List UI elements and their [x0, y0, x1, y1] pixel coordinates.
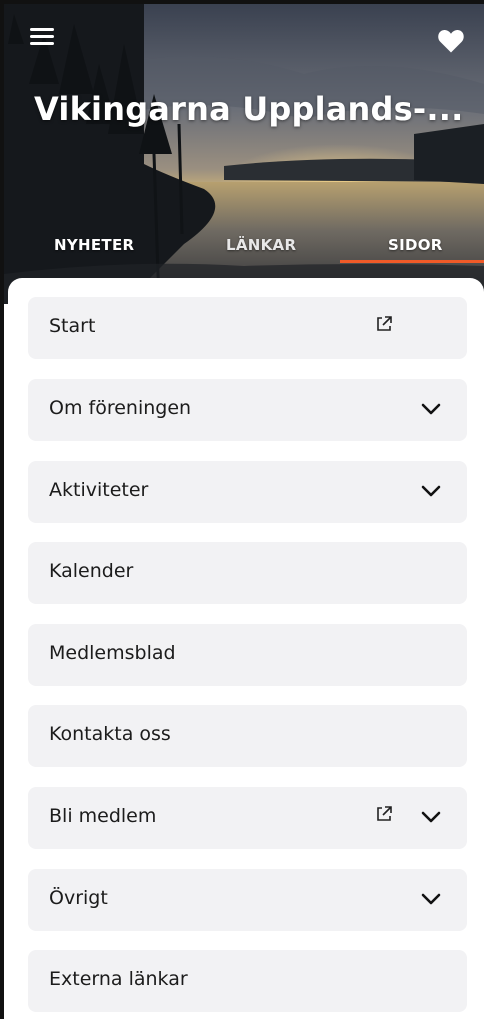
page-title: Vikingarna Upplands-... — [34, 90, 464, 128]
chevron-down-icon[interactable] — [420, 809, 442, 825]
tab-nyheter[interactable]: NYHETER — [54, 236, 134, 254]
page-item-ovrigt[interactable]: Övrigt — [28, 869, 467, 931]
tab-lankar[interactable]: LÄNKAR — [226, 236, 296, 254]
active-tab-indicator — [340, 260, 484, 263]
page-item-label: Om föreningen — [49, 397, 192, 419]
page-item-label: Övrigt — [49, 887, 108, 909]
page-item-kontakta-oss[interactable]: Kontakta oss — [28, 705, 467, 767]
tab-bar: NYHETER LÄNKAR SIDOR — [4, 228, 484, 272]
external-link-icon — [377, 806, 392, 821]
heart-icon[interactable] — [436, 26, 466, 54]
hamburger-menu-icon[interactable] — [30, 28, 56, 50]
page-item-aktiviteter[interactable]: Aktiviteter — [28, 461, 467, 523]
page-item-label: Kontakta oss — [49, 723, 171, 745]
pages-list: Start Om föreningen Aktiviteter Kalender… — [8, 278, 484, 1019]
header-hero: Vikingarna Upplands-... NYHETER LÄNKAR S… — [4, 4, 484, 304]
page-item-label: Externa länkar — [49, 968, 188, 990]
chevron-down-icon[interactable] — [420, 891, 442, 907]
page-item-externa-lankar[interactable]: Externa länkar — [28, 950, 467, 1012]
page-item-label: Medlemsblad — [49, 642, 176, 664]
page-item-label: Start — [49, 315, 96, 337]
page-item-label: Bli medlem — [49, 805, 157, 827]
page-item-label: Aktiviteter — [49, 479, 149, 501]
page-item-kalender[interactable]: Kalender — [28, 542, 467, 604]
tab-sidor[interactable]: SIDOR — [388, 236, 443, 254]
page-item-medlemsblad[interactable]: Medlemsblad — [28, 624, 467, 686]
page-item-om-foreningen[interactable]: Om föreningen — [28, 379, 467, 441]
app-frame: Vikingarna Upplands-... NYHETER LÄNKAR S… — [0, 0, 484, 1019]
chevron-down-icon[interactable] — [420, 401, 442, 417]
external-link-icon — [377, 316, 392, 331]
page-item-label: Kalender — [49, 560, 134, 582]
page-item-start[interactable]: Start — [28, 297, 467, 359]
chevron-down-icon[interactable] — [420, 483, 442, 499]
page-item-bli-medlem[interactable]: Bli medlem — [28, 787, 467, 849]
